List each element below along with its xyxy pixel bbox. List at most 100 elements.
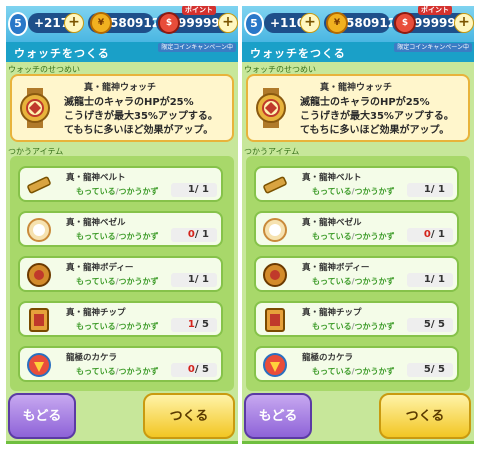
effect-line: 滅龍士のキャラのHPが25% [300,97,430,108]
gold-value: 580912 [346,16,397,30]
chip-icon [29,308,49,332]
have-label: もっている [312,187,352,196]
need-count: 1 [438,184,445,195]
need-label: つかうかず [118,187,159,196]
body-icon [27,263,51,287]
have-label: もっている [312,367,352,376]
item-name: 真・龍神ベルト [302,173,362,183]
campaign-tag: 限定コインキャンペーン中 [394,43,472,52]
gold-value: 580912 [110,16,161,30]
item-row-bezel[interactable]: 真・龍神ベゼル もっている/つかうかず 0/ 1 [254,211,459,247]
body-icon [263,263,287,287]
count-labels: もっている/つかうかず [76,367,159,376]
watch-effect-text: 滅龍士のキャラのHPが25% こうげきが最大35%アップする。 てもちに多いほど… [64,96,234,138]
campaign-tag: 限定コインキャンペーン中 [158,43,236,52]
item-name: 真・龍神ベルト [66,173,126,183]
add-money-icon[interactable]: + [454,13,474,33]
item-name: 真・龍神ベゼル [302,218,362,228]
count-labels: もっている/つかうかず [312,232,395,241]
belt-icon [27,176,51,194]
need-label: つかうかず [118,367,159,376]
item-count: 0/ 1 [171,228,217,242]
count-labels: もっている/つかうかず [76,187,159,196]
effect-line: 滅龍士のキャラのHPが25% [64,97,194,108]
page-title: ウォッチをつくる [250,47,346,60]
effect-line: てもちに多いほど効果がアップ。 [300,125,450,136]
have-label: もっている [312,322,352,331]
dragon-watch-icon [20,88,50,128]
effect-line: こうげきが最大35%アップする。 [64,111,218,122]
chip-icon [265,308,285,332]
have-count: 1 [423,184,431,195]
item-count: 0/ 1 [407,228,453,242]
page-title: ウォッチをつくる [14,47,110,60]
have-count: 1 [187,274,195,285]
item-row-body[interactable]: 真・龍神ボディー もっている/つかうかず 1/ 1 [18,256,223,292]
make-button[interactable]: つくる [379,393,471,439]
stat-pill: +110 + [264,13,320,33]
count-labels: もっている/つかうかず [312,277,395,286]
watch-description-card: 真・龍神ウォッチ 滅龍士のキャラのHPが25% こうげきが最大35%アップする。… [10,74,234,142]
money-icon: $ [394,12,416,34]
item-row-shard[interactable]: 龍極のカケラ もっている/つかうかず 5/ 5 [254,346,459,382]
item-name: 真・龍神チップ [66,308,126,318]
need-label: つかうかず [354,187,395,196]
need-count: 1 [438,229,445,240]
item-row-belt[interactable]: 真・龍神ベルト もっている/つかうかず 1/ 1 [254,166,459,202]
have-count: 5 [423,364,431,375]
count-labels: もっている/つかうかず [312,187,395,196]
item-name: 龍極のカケラ [302,353,354,363]
item-count: 1/ 1 [407,183,453,197]
have-label: もっている [76,232,116,241]
need-label: つかうかず [118,232,159,241]
have-count: 1 [187,184,195,195]
bottom-strip [6,441,238,444]
item-row-chip[interactable]: 真・龍神チップ もっている/つかうかず 1/ 5 [18,301,223,337]
need-label: つかうかず [354,232,395,241]
gold-coin-icon: ¥ [326,12,348,34]
need-label: つかうかず [118,277,159,286]
item-name: 真・龍神ボディー [302,263,370,273]
bottom-strip [242,441,474,444]
need-count: 5 [438,364,445,375]
add-stat-icon[interactable]: + [300,13,320,33]
count-labels: もっている/つかうかず [312,322,395,331]
have-label: もっている [312,232,352,241]
add-stat-icon[interactable]: + [64,13,84,33]
have-label: もっている [76,322,116,331]
dragon-watch-icon [256,88,286,128]
need-count: 1 [438,274,445,285]
item-row-belt[interactable]: 真・龍神ベルト もっている/つかうかず 1/ 1 [18,166,223,202]
watch-name: 真・龍神ウォッチ [320,83,393,93]
have-count: 5 [423,319,431,330]
add-money-icon[interactable]: + [218,13,238,33]
item-count: 1/ 1 [407,273,453,287]
item-count: 1/ 5 [171,318,217,332]
status-bar: 5 +110 + ¥ 580912 $ 9999999 + ポイント [242,6,474,42]
effect-line: てもちに多いほど効果がアップ。 [64,125,214,136]
need-count: 5 [438,319,445,330]
points-tag: ポイント [182,6,216,15]
item-count: 1/ 1 [171,183,217,197]
item-name: 真・龍神ボディー [66,263,134,273]
need-count: 5 [202,319,209,330]
money-pill: $ 9999999 + ポイント [392,6,474,34]
item-row-bezel[interactable]: 真・龍神ベゼル もっている/つかうかず 0/ 1 [18,211,223,247]
status-bar: 5 +217 + ¥ 580912 $ 9999999 + ポイント [6,6,238,42]
back-button[interactable]: もどる [8,393,76,439]
make-button[interactable]: つくる [143,393,235,439]
have-label: もっている [76,367,116,376]
count-labels: もっている/つかうかず [76,322,159,331]
stat-pill: +217 + [28,13,84,33]
item-row-body[interactable]: 真・龍神ボディー もっている/つかうかず 1/ 1 [254,256,459,292]
effect-line: こうげきが最大35%アップする。 [300,111,454,122]
need-label: つかうかず [354,277,395,286]
item-name: 龍極のカケラ [66,353,118,363]
back-button[interactable]: もどる [244,393,312,439]
shard-icon [27,353,51,377]
need-label: つかうかず [354,322,395,331]
item-row-chip[interactable]: 真・龍神チップ もっている/つかうかず 5/ 5 [254,301,459,337]
item-row-shard[interactable]: 龍極のカケラ もっている/つかうかず 0/ 5 [18,346,223,382]
money-icon: $ [158,12,180,34]
gold-pill: ¥ 580912 [88,12,160,34]
